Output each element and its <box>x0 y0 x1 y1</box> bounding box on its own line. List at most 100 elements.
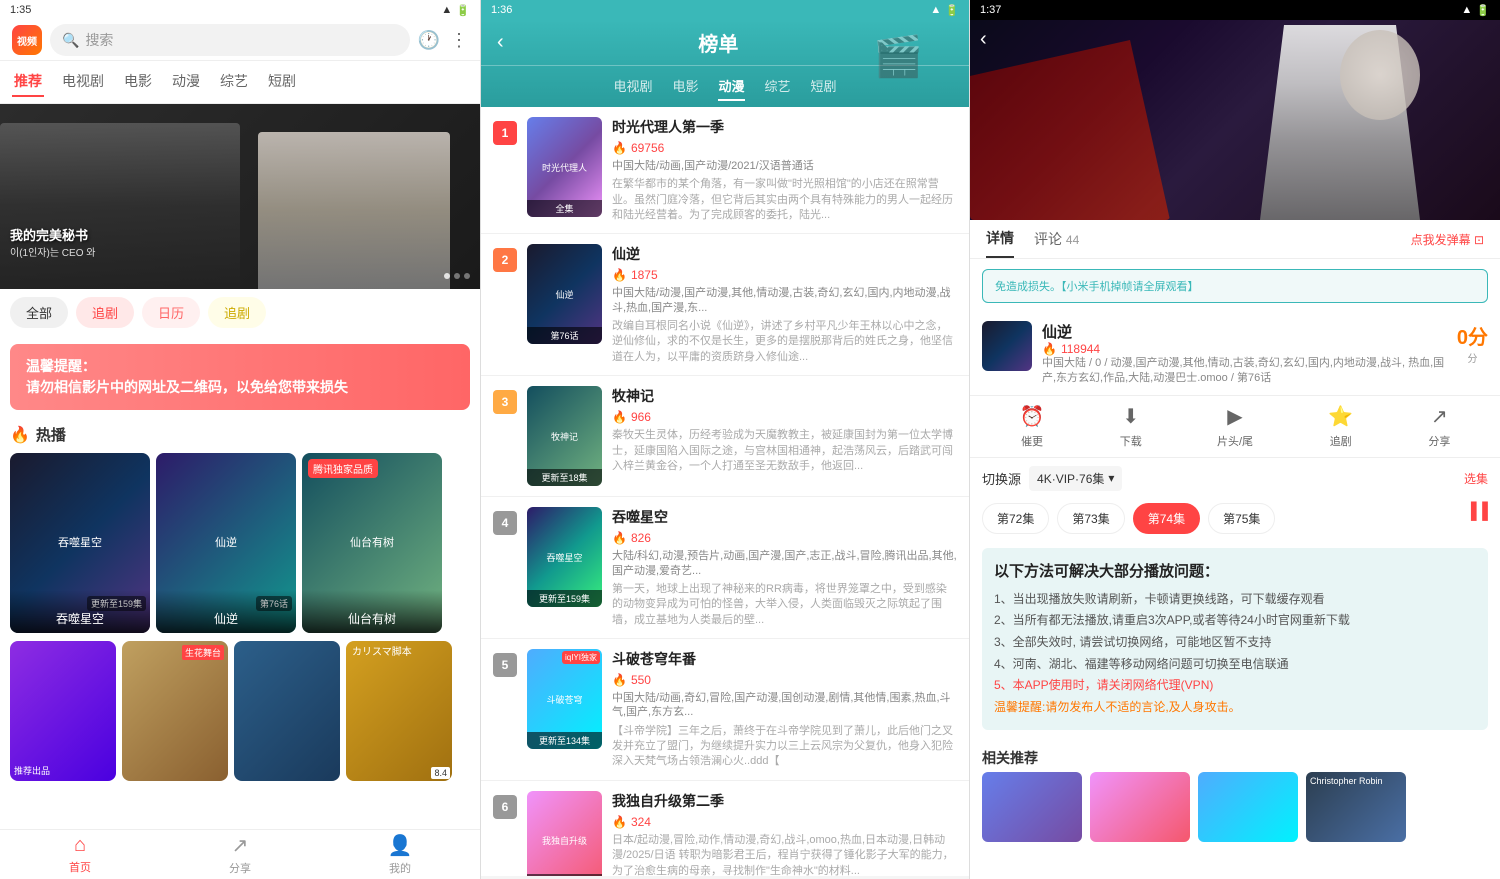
tip-1: 1、当出现播放失败请刷新，卡顿请更换线路，可下载缓存观看 <box>994 589 1476 611</box>
pill-calendar[interactable]: 日历 <box>142 297 200 328</box>
pill-series[interactable]: 追剧 <box>76 297 134 328</box>
action-urge[interactable]: ⏰ 催更 <box>1020 404 1045 449</box>
rank-tags-5: 中国大陆/动画,奇幻,冒险,国产动漫,国创动漫,剧情,其他情,围素,热血,斗气,… <box>612 691 957 720</box>
bottom-nav-profile[interactable]: 👤 我的 <box>320 833 480 876</box>
bottom-card-4[interactable]: カリスマ脚本 8.4 <box>346 641 452 781</box>
anime-thumbnail <box>982 321 1032 371</box>
status-bar-right: 1:37 ▲ 🔋 <box>970 0 1500 20</box>
action-row: ⏰ 催更 ⬇ 下载 ▶ 片头/尾 ⭐ 追剧 ↗ 分享 <box>970 395 1500 458</box>
flame-icon-1: 🔥 <box>612 141 627 155</box>
flame-icon-6: 🔥 <box>612 815 627 829</box>
flame-icon-4: 🔥 <box>612 531 627 545</box>
action-share[interactable]: ↗ 分享 <box>1428 404 1450 449</box>
bottom-nav-share[interactable]: ↗ 分享 <box>160 833 320 876</box>
flame-icon-5: 🔥 <box>612 673 627 687</box>
rank-item-4[interactable]: 4 吞噬星空 更新至159集 吞噬星空 🔥 826 大陆/科幻,动漫,预告片,动… <box>481 497 969 639</box>
rank-thumb-1: 时光代理人 全集 <box>527 117 602 217</box>
rank-heat-6: 🔥 324 <box>612 815 957 829</box>
nav-tab-tv[interactable]: 电视剧 <box>60 67 106 97</box>
hot-card-2[interactable]: 仙逆 第76话 仙逆 <box>156 453 296 633</box>
rank-info-2: 仙逆 🔥 1875 中国大陆/动漫,国产动漫,其他,情动漫,古装,奇幻,玄幻,国… <box>612 244 957 365</box>
bottom-nav-home[interactable]: ⌂ 首页 <box>0 834 160 875</box>
warning-banner: 温馨提醒： 请勿相信影片中的网址及二维码，以免给您带来损失 <box>10 344 470 410</box>
related-title: 相关推荐 <box>970 740 1500 772</box>
episode-74[interactable]: 第74集 <box>1133 503 1200 534</box>
pill-all[interactable]: 全部 <box>10 297 68 328</box>
source-selector[interactable]: 4K·VIP·76集 ▾ <box>1029 466 1122 491</box>
nav-tabs-left: 推荐 电视剧 电影 动漫 综艺 短剧 <box>0 61 480 104</box>
middle-back-icon[interactable]: ‹ <box>497 31 504 54</box>
related-card-2[interactable] <box>1090 772 1190 842</box>
time-left: 1:35 <box>10 4 31 16</box>
episode-bars-icon[interactable]: ▐▐ <box>1465 503 1488 534</box>
nav-tab-short[interactable]: 短剧 <box>266 67 298 97</box>
related-card-1[interactable] <box>982 772 1082 842</box>
app-logo: 视频 <box>12 25 42 55</box>
danmu-button[interactable]: 点我发弹幕 ⊡ <box>1411 231 1484 248</box>
card-label-1: 吞噬星空 <box>10 590 150 633</box>
history-icon[interactable]: 🕐 <box>418 30 440 51</box>
episode-select-button[interactable]: 选集 <box>1464 470 1488 487</box>
share-label-right: 分享 <box>1428 433 1450 449</box>
episode-73[interactable]: 第73集 <box>1057 503 1124 534</box>
status-icons-left: ▲ 🔋 <box>441 4 470 17</box>
hero-banner[interactable]: 我的完美秘书 이(1인자)는 CEO 와 <box>0 104 480 289</box>
source-label: 切换源 <box>982 469 1021 488</box>
bottom-card-3[interactable] <box>234 641 340 781</box>
source-row: 切换源 4K·VIP·76集 ▾ 选集 <box>970 458 1500 499</box>
middle-nav-anime[interactable]: 动漫 <box>718 72 744 101</box>
time-right: 1:37 <box>980 4 1001 16</box>
tab-detail[interactable]: 详情 <box>986 220 1014 258</box>
bottom-card-2[interactable]: 生花舞台 <box>122 641 228 781</box>
search-bar[interactable]: 🔍 搜索 <box>50 24 410 56</box>
back-button[interactable]: ‹ <box>980 28 987 51</box>
card-badge-3: 腾讯独家品质 <box>308 459 378 478</box>
related-row: Christopher Robin <box>970 772 1500 852</box>
tip-5: 5、本APP使用时，请关闭网络代理(VPN) <box>994 675 1476 697</box>
nav-tab-recommend[interactable]: 推荐 <box>12 67 44 97</box>
hot-card-3[interactable]: 仙台有树 腾讯独家品质 仙台有树 <box>302 453 442 633</box>
related-card-4[interactable]: Christopher Robin <box>1306 772 1406 842</box>
rank-tags-2: 中国大陆/动漫,国产动漫,其他,情动漫,古装,奇幻,玄幻,国内,内地动漫,战斗,… <box>612 286 957 315</box>
pill-variety[interactable]: 追剧 <box>208 297 266 328</box>
rank-item-3[interactable]: 3 牧神记 更新至18集 牧神记 🔥 966 秦牧天生灵体，历经考验成为天魔教教… <box>481 376 969 497</box>
more-icon[interactable]: ⋮ <box>450 30 468 51</box>
hero-subtitle: 이(1인자)는 CEO 와 <box>10 244 95 259</box>
source-value: 4K·VIP·76集 <box>1037 470 1104 487</box>
middle-nav-variety[interactable]: 综艺 <box>765 72 791 101</box>
hot-card-1[interactable]: 吞噬星空 更新至159集 吞噬星空 <box>10 453 150 633</box>
action-download[interactable]: ⬇ 下载 <box>1120 404 1142 449</box>
action-intro[interactable]: ▶ 片头/尾 <box>1217 404 1253 449</box>
heat-value-3: 966 <box>631 410 651 424</box>
middle-nav-tv[interactable]: 电视剧 <box>613 72 652 101</box>
warning-text: 请勿相信影片中的网址及二维码，以免给您带来损失 <box>26 379 348 395</box>
video-area[interactable]: ‹ <box>970 20 1500 220</box>
thumb-badge-5: 更新至134集 <box>527 732 602 749</box>
middle-nav-movie[interactable]: 电影 <box>672 72 698 101</box>
download-label: 下载 <box>1120 433 1142 449</box>
tips-title: 以下方法可解决大部分播放问题： <box>994 560 1476 581</box>
tab-comments[interactable]: 评论 44 <box>1034 221 1079 257</box>
related-card-3[interactable] <box>1198 772 1298 842</box>
episode-75[interactable]: 第75集 <box>1208 503 1275 534</box>
action-follow[interactable]: ⭐ 追剧 <box>1328 404 1353 449</box>
wifi-icon-right: ▲ <box>1461 4 1472 16</box>
rank-number-3: 3 <box>493 390 517 414</box>
rank-item-5[interactable]: 5 斗破苍穹 iqIYI独家 更新至134集 斗破苍穹年番 🔥 550 中国大陆… <box>481 639 969 781</box>
nav-tab-anime[interactable]: 动漫 <box>170 67 202 97</box>
anime-tags: 中国大陆 / 0 / 动漫,国产动漫,其他,情动,古装,奇幻,玄幻,国内,内地动… <box>1042 356 1447 387</box>
battery-icon-mid: 🔋 <box>945 4 959 17</box>
status-icons-right: ▲ 🔋 <box>1461 4 1490 17</box>
thumb-badge-1: 全集 <box>527 200 602 217</box>
episode-72[interactable]: 第72集 <box>982 503 1049 534</box>
rank-item-2[interactable]: 2 仙逆 第76话 仙逆 🔥 1875 中国大陆/动漫,国产动漫,其他,情动漫,… <box>481 234 969 376</box>
rank-info-4: 吞噬星空 🔥 826 大陆/科幻,动漫,预告片,动画,国产漫,国产,志正,战斗,… <box>612 507 957 628</box>
rank-thumb-5: 斗破苍穹 iqIYI独家 更新至134集 <box>527 649 602 749</box>
middle-nav-short[interactable]: 短剧 <box>811 72 837 101</box>
nav-tab-variety[interactable]: 综艺 <box>218 67 250 97</box>
left-header: 视频 🔍 搜索 🕐 ⋮ <box>0 20 480 61</box>
rank-item-1[interactable]: 1 时光代理人 全集 时光代理人第一季 🔥 69756 中国大陆/动画,国产动漫… <box>481 107 969 234</box>
nav-tab-movie[interactable]: 电影 <box>122 67 154 97</box>
bottom-card-1[interactable]: 推荐出品 <box>10 641 116 781</box>
rank-item-6[interactable]: 6 我独自升级 第7话 我独自升级第二季 🔥 324 日本/起动漫,冒险,动作,… <box>481 781 969 876</box>
